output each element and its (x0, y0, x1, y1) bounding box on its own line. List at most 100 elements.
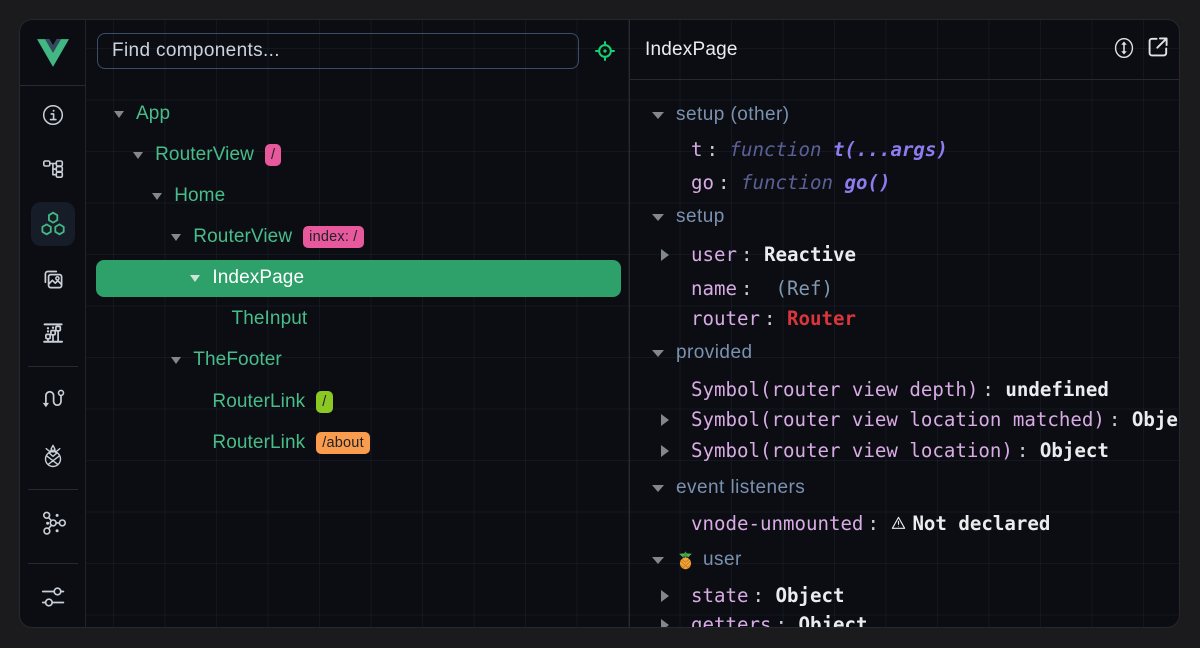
open-in-new-icon[interactable] (1146, 35, 1170, 61)
caret-down-icon[interactable] (652, 350, 664, 357)
sidebar-item-overview[interactable] (31, 93, 75, 137)
sidebar-divider (28, 489, 78, 490)
tree-node-routerlink[interactable]: RouterLink/ (86, 381, 629, 422)
section-setup: setup (630, 202, 1180, 232)
tree-node-indexpage[interactable]: IndexPage (86, 258, 629, 299)
caret-right-icon[interactable] (661, 414, 669, 426)
section-label: event listeners (676, 473, 805, 503)
sidebar-item-timeline[interactable] (31, 311, 75, 355)
tree-node-routerlink[interactable]: RouterLink/about (86, 422, 629, 463)
tree-node-label: RouterLink/about (212, 432, 369, 454)
sidebar-item-router[interactable] (31, 376, 75, 420)
tree-node-routerview[interactable]: RouterViewindex: / (86, 216, 629, 257)
property-row-getters: getters: Object (630, 610, 1180, 627)
caret-down-icon[interactable] (652, 485, 664, 492)
selected-row-highlight (96, 260, 621, 297)
property-text[interactable]: name: (Ref) (691, 274, 833, 304)
inspector-header: IndexPage (630, 20, 1180, 80)
property-text[interactable]: router: Router (691, 304, 856, 334)
tree-node-theinput[interactable]: TheInput (86, 299, 629, 340)
tree-node-label: TheFooter (193, 349, 282, 371)
tree-node-home[interactable]: Home (86, 175, 629, 216)
tree-node-label: RouterLink/ (212, 391, 332, 413)
caret-right-icon[interactable] (661, 445, 669, 457)
sidebar-item-pinia[interactable] (31, 434, 75, 478)
section-provided: provided (630, 338, 1180, 368)
property-row-router: router: Router (630, 304, 1180, 334)
caret-down-icon[interactable] (652, 214, 664, 221)
inspector-panel: IndexPage setup (other) t: function t(...… (630, 20, 1180, 627)
images-icon (41, 267, 65, 291)
target-icon[interactable] (594, 40, 616, 62)
caret-down-icon[interactable] (171, 357, 181, 364)
sidebar-item-components[interactable] (31, 202, 75, 246)
caret-down-icon[interactable] (190, 275, 200, 282)
route-icon (41, 386, 65, 410)
pineapple-emoji-icon (676, 550, 695, 571)
sidebar-item-components-outline[interactable] (31, 147, 75, 191)
property-row-Symbol-router-view-location-: Symbol(router view location): Object (630, 436, 1180, 466)
caret-down-icon[interactable] (171, 234, 181, 241)
tree-node-routerview[interactable]: RouterView/ (86, 134, 629, 175)
section-event-listeners: event listeners (630, 473, 1180, 503)
property-text[interactable]: go: function go() (691, 168, 890, 198)
tree-node-label: App (136, 103, 170, 125)
section-label: setup (other) (676, 100, 790, 130)
property-row-go: go: function go() (630, 168, 1180, 198)
property-row-t: t: function t(...args) (630, 135, 1180, 165)
route-badge: /about (316, 432, 370, 454)
property-text[interactable]: state: Object (691, 581, 844, 611)
tree-node-label: IndexPage (212, 267, 304, 289)
caret-right-icon[interactable] (661, 249, 669, 261)
property-row-user: user: Reactive (630, 240, 1180, 270)
sidebar-item-graph[interactable] (31, 501, 75, 545)
tree-view-icon (41, 157, 65, 181)
property-row-name: name: (Ref) (630, 274, 1180, 304)
sidebar-divider (28, 366, 78, 367)
pineapple-icon (41, 444, 65, 468)
caret-down-icon[interactable] (652, 557, 664, 564)
section-label: provided (676, 338, 752, 368)
property-text[interactable]: getters: Object (691, 610, 867, 627)
hexagons-icon (41, 212, 65, 236)
tree-node-app[interactable]: App (86, 93, 629, 134)
tree-node-label: TheInput (232, 308, 308, 330)
property-row-Symbol-router-view-depth-: Symbol(router view depth): undefined (630, 375, 1180, 405)
property-text[interactable]: vnode-unmounted: Not declared (691, 509, 1050, 539)
property-row-state: state: Object (630, 581, 1180, 611)
caret-down-icon[interactable] (133, 152, 143, 159)
caret-down-icon[interactable] (114, 111, 124, 118)
caret-right-icon[interactable] (661, 590, 669, 602)
vue-logo-icon[interactable] (37, 39, 69, 67)
tree-node-label: RouterViewindex: / (193, 226, 363, 248)
graph-icon (41, 511, 65, 535)
tree-node-label: RouterView/ (155, 144, 281, 166)
inspector-title: IndexPage (645, 39, 738, 61)
tree-node-thefooter[interactable]: TheFooter (86, 340, 629, 381)
property-row-Symbol-router-view-location-matched-: Symbol(router view location matched): Ob… (630, 405, 1180, 435)
info-circle-icon (41, 103, 65, 127)
expand-vertical-circle-icon[interactable] (1113, 36, 1137, 62)
sidebar-item-settings[interactable] (31, 575, 75, 619)
timeline-icon (41, 321, 65, 345)
route-badge: / (316, 391, 332, 413)
property-text[interactable]: t: function t(...args) (691, 135, 948, 165)
property-text[interactable]: Symbol(router view location matched): Ob… (691, 405, 1180, 435)
route-badge: index: / (303, 226, 363, 248)
sliders-icon (41, 585, 65, 609)
tree-node-label: Home (174, 185, 225, 207)
property-text[interactable]: Symbol(router view depth): undefined (691, 375, 1109, 405)
property-row-vnode-unmounted: vnode-unmounted: Not declared (630, 509, 1180, 539)
caret-down-icon[interactable] (652, 112, 664, 119)
sidebar (20, 20, 86, 627)
property-text[interactable]: Symbol(router view location): Object (691, 436, 1109, 466)
property-text[interactable]: user: Reactive (691, 240, 856, 270)
sidebar-divider (28, 563, 78, 564)
caret-right-icon[interactable] (661, 619, 669, 628)
route-badge: / (265, 144, 281, 166)
sidebar-divider (20, 85, 86, 86)
section-setup-other-: setup (other) (630, 100, 1180, 130)
caret-down-icon[interactable] (152, 193, 162, 200)
search-input[interactable] (97, 33, 579, 69)
sidebar-item-assets[interactable] (31, 257, 75, 301)
